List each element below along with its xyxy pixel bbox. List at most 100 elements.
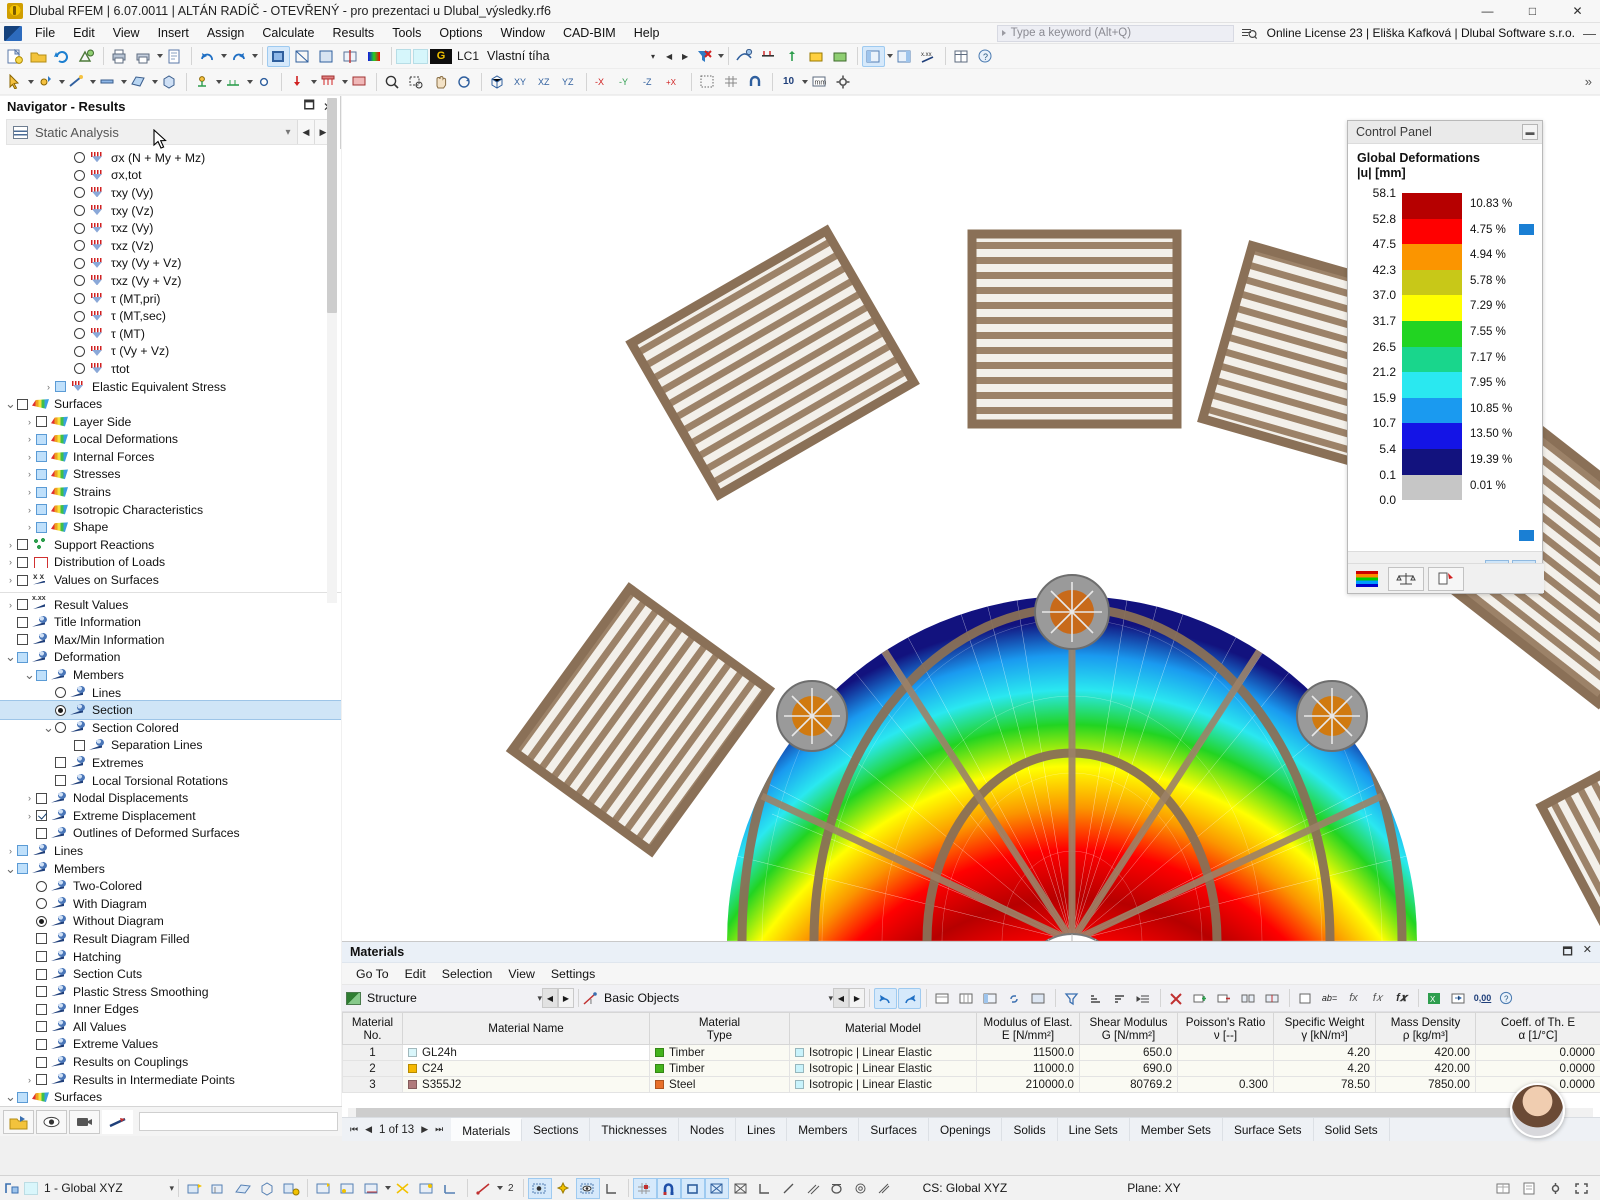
tree-radio[interactable] (74, 346, 85, 357)
tree-checkbox[interactable] (17, 575, 28, 586)
tree-item-x-tot[interactable]: σx,tot (0, 167, 341, 185)
chevron-down-icon[interactable]: ⌄ (42, 724, 55, 732)
structure-next-button[interactable]: ▶ (558, 988, 574, 1008)
column-header[interactable]: Modulus of Elast.E [N/mm²] (977, 1013, 1080, 1045)
open-view-button[interactable] (3, 1110, 34, 1134)
tree-radio[interactable] (74, 223, 85, 234)
tree-item-xy-vy-vz[interactable]: τxy (Vy + Vz) (0, 255, 341, 273)
refresh-button[interactable] (51, 46, 74, 67)
show-deformation-button[interactable] (733, 46, 756, 67)
results-navigator-toggle[interactable] (862, 46, 885, 67)
function-fx3-button[interactable]: f𝒙 (1390, 988, 1413, 1009)
table-link-button[interactable] (1003, 988, 1026, 1009)
snap-settings-button[interactable] (696, 71, 719, 92)
snap-midpoint-icon[interactable] (360, 1178, 384, 1199)
tree-item-tot[interactable]: τtot (0, 360, 341, 378)
tab-thicknesses[interactable]: Thicknesses (590, 1118, 679, 1141)
minimize-button[interactable]: — (1465, 0, 1510, 23)
objects-next-button[interactable]: ▶ (849, 988, 865, 1008)
render-effects-icon[interactable] (552, 1178, 576, 1199)
color-scale-icon[interactable] (1356, 571, 1378, 587)
new-surface-load-button[interactable] (348, 71, 371, 92)
polar-tracking-toggle[interactable] (705, 1178, 729, 1199)
tree-item-xz-vy-vz[interactable]: τxz (Vy + Vz) (0, 272, 341, 290)
tab-openings[interactable]: Openings (929, 1118, 1003, 1141)
tree-item-plastic-stress-smoothing[interactable]: Plastic Stress Smoothing (0, 983, 341, 1001)
material-model[interactable]: Isotropic | Linear Elastic (790, 1061, 977, 1077)
color-legend[interactable]: 58.110.83 %52.84.75 %47.54.94 %42.35.78 … (1348, 193, 1544, 510)
tree-checkbox[interactable] (36, 487, 47, 498)
chevron-right-icon[interactable]: › (23, 417, 36, 427)
modulus-elasticity[interactable]: 210000.0 (977, 1077, 1080, 1093)
surface-results-button[interactable] (363, 46, 386, 67)
settings-status-icon[interactable] (1544, 1178, 1568, 1199)
tree-checkbox[interactable] (17, 617, 28, 628)
tree-item-surfaces[interactable]: ⌄Surfaces (0, 1088, 341, 1106)
chevron-right-icon[interactable]: › (23, 793, 36, 803)
table-menu-view[interactable]: View (500, 965, 542, 983)
show-support-reactions-button[interactable] (781, 46, 804, 67)
tab-member-sets[interactable]: Member Sets (1130, 1118, 1223, 1141)
show-stresses-button[interactable] (805, 46, 828, 67)
result-tables-button[interactable] (950, 46, 973, 67)
model-info-status-icon[interactable] (1518, 1178, 1542, 1199)
object-snap-button[interactable] (744, 71, 767, 92)
chevron-right-icon[interactable]: › (4, 846, 17, 856)
table-columns-button[interactable] (955, 988, 978, 1009)
tree-radio[interactable] (74, 152, 85, 163)
material-name[interactable]: C24 (403, 1061, 650, 1077)
tree-radio[interactable] (36, 916, 47, 927)
tree-checkbox[interactable] (74, 740, 85, 751)
axis-z-button[interactable]: -Z (639, 71, 662, 92)
load-case-dropdown-icon[interactable]: ▾ (645, 47, 661, 66)
tree-checkbox[interactable] (36, 504, 47, 515)
tree-checkbox[interactable] (36, 522, 47, 533)
view-xz-button[interactable]: XZ (534, 71, 557, 92)
decimal-places-button[interactable]: 10 (777, 71, 800, 92)
tree-radio[interactable] (74, 363, 85, 374)
chevron-right-icon[interactable]: › (23, 469, 36, 479)
new-load-button[interactable] (286, 71, 309, 92)
legend-color-band[interactable] (1402, 423, 1462, 449)
analysis-dropdown-icon[interactable]: ▾ (279, 127, 297, 138)
table-select-all-button[interactable] (1027, 988, 1050, 1009)
tree-item-section-cuts[interactable]: Section Cuts (0, 965, 341, 983)
tree-item-max-min-information[interactable]: Max/Min Information (0, 631, 341, 649)
legend-color-band[interactable] (1402, 219, 1462, 245)
tree-item-results-on-couplings[interactable]: Results on Couplings (0, 1053, 341, 1071)
load-case-selector[interactable]: G LC1 Vlastní tíha ▾ ◀ ▶ (396, 47, 693, 66)
legend-color-band[interactable] (1402, 398, 1462, 424)
tree-checkbox[interactable] (36, 828, 47, 839)
table-freeze-button[interactable] (979, 988, 1002, 1009)
tab-solids[interactable]: Solids (1002, 1118, 1057, 1141)
tree-item-distribution-of-loads[interactable]: ›Distribution of Loads (0, 554, 341, 572)
osnap-tangent-icon[interactable] (777, 1178, 801, 1199)
chevron-down-icon[interactable]: ⌄ (23, 671, 36, 679)
column-header[interactable]: Mass Densityρ [kg/m³] (1376, 1013, 1476, 1045)
ortho-mode-toggle[interactable] (681, 1178, 705, 1199)
table-insert-row-button[interactable] (1189, 988, 1212, 1009)
analysis-type-selector[interactable]: Static Analysis ▾ ◀ ▶ (6, 119, 332, 145)
results-tree[interactable]: σx (N + My + Mz)σx,totτxy (Vy)τxy (Vz)τx… (0, 149, 341, 1112)
tree-item-isotropic-characteristics[interactable]: ›Isotropic Characteristics (0, 501, 341, 519)
control-panel-toggle[interactable] (893, 46, 916, 67)
table-menu-go-to[interactable]: Go To (348, 965, 397, 983)
tree-checkbox[interactable] (36, 1074, 47, 1085)
table-ab-equals-button[interactable]: ab= (1318, 988, 1341, 1009)
tree-item-deformation[interactable]: ⌄Deformation (0, 649, 341, 667)
tree-item-values-on-surfaces[interactable]: ›Values on Surfaces (0, 571, 341, 589)
column-header[interactable]: Material Model (790, 1013, 977, 1045)
tree-checkbox[interactable] (36, 951, 47, 962)
column-header[interactable]: Coeff. of Th. Eα [1/°C] (1476, 1013, 1600, 1045)
toolbar-overflow-button[interactable]: » (1585, 74, 1600, 89)
modulus-elasticity[interactable]: 11500.0 (977, 1045, 1080, 1061)
material-model[interactable]: Isotropic | Linear Elastic (790, 1045, 977, 1061)
modulus-elasticity[interactable]: 11000.0 (977, 1061, 1080, 1077)
section-view-button[interactable] (339, 46, 362, 67)
legend-color-band[interactable] (1402, 372, 1462, 398)
chevron-right-icon[interactable]: › (42, 382, 55, 392)
undo-button[interactable] (196, 46, 219, 67)
tree-item-surfaces[interactable]: ⌄Surfaces (0, 395, 341, 413)
keyword-search-input[interactable]: Type a keyword (Alt+Q) (997, 25, 1234, 42)
material-name[interactable]: GL24h (403, 1045, 650, 1061)
